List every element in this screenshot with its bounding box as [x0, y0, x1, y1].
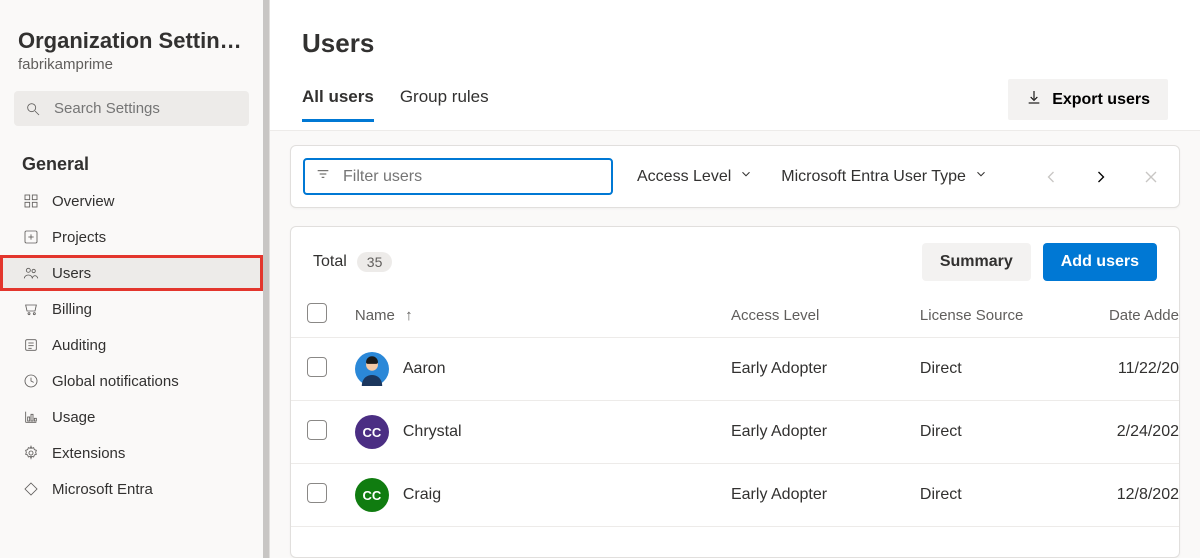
search-settings-input[interactable] [52, 99, 255, 118]
gear-icon [22, 444, 40, 462]
sidebar-item-extensions[interactable]: Extensions [0, 435, 263, 471]
column-header-date[interactable]: Date Adde [1097, 293, 1179, 338]
export-users-label: Export users [1052, 91, 1150, 109]
cell-access-level: Early Adopter [719, 338, 908, 401]
page-title: Users [302, 28, 374, 59]
cell-license-source: Direct [908, 338, 1097, 401]
search-icon [24, 100, 42, 118]
page-header: Users All users Group rules Export users [270, 0, 1200, 131]
diamond-icon [22, 480, 40, 498]
filter-bar: Access Level Microsoft Entra User Type [290, 145, 1180, 208]
list-icon [22, 336, 40, 354]
sidebar-item-label: Microsoft Entra [52, 481, 153, 498]
prev-page-button[interactable] [1035, 161, 1067, 193]
user-name: Aaron [403, 360, 446, 378]
export-users-button[interactable]: Export users [1008, 79, 1168, 120]
cell-date-added: 2/24/202 [1097, 401, 1179, 464]
column-header-name[interactable]: Name ↑ [343, 293, 719, 338]
table-row[interactable]: CC Chrystal Early AdopterDirect2/24/202 [291, 401, 1179, 464]
summary-button[interactable]: Summary [922, 243, 1031, 281]
row-checkbox[interactable] [307, 420, 327, 440]
user-name: Craig [403, 486, 441, 504]
sidebar-item-label: Projects [52, 229, 106, 246]
user-name: Chrystal [403, 423, 462, 441]
users-table-panel: Total 35 Summary Add users Name ↑ Access… [290, 226, 1180, 558]
main-content: Users All usersGroup rules Export users … [270, 0, 1200, 558]
entra-user-type-filter[interactable]: Microsoft Entra User Type [777, 161, 992, 192]
sidebar-item-label: Usage [52, 409, 95, 426]
cell-date-added: 11/22/20 [1097, 338, 1179, 401]
sidebar-item-label: Extensions [52, 445, 125, 462]
sidebar-item-users[interactable]: Users [0, 255, 263, 291]
cell-access-level: Early Adopter [719, 401, 908, 464]
cell-access-level: Early Adopter [719, 464, 908, 527]
filter-users-field[interactable] [303, 158, 613, 195]
tab-group-rules[interactable]: Group rules [400, 87, 489, 122]
sidebar-item-billing[interactable]: Billing [0, 291, 263, 327]
search-settings-box[interactable] [14, 91, 249, 126]
sidebar-title: Organization Settin… [18, 28, 245, 54]
total-count-badge: 35 [357, 252, 393, 272]
chevron-down-icon [974, 167, 988, 186]
cart-icon [22, 300, 40, 318]
select-all-checkbox[interactable] [307, 303, 327, 323]
avatar [355, 352, 389, 386]
column-header-access[interactable]: Access Level [719, 293, 908, 338]
sidebar-section-label: General [0, 134, 263, 183]
row-checkbox[interactable] [307, 357, 327, 377]
filter-users-input[interactable] [341, 167, 601, 187]
cell-date-added: 12/8/202 [1097, 464, 1179, 527]
total-label: Total [313, 253, 347, 271]
access-level-filter[interactable]: Access Level [633, 161, 757, 192]
cell-license-source: Direct [908, 401, 1097, 464]
sidebar-item-overview[interactable]: Overview [0, 183, 263, 219]
table-row[interactable]: Aaron Early AdopterDirect11/22/20 [291, 338, 1179, 401]
sidebar: Organization Settin… fabrikamprime Gener… [0, 0, 270, 558]
sidebar-item-global-notifications[interactable]: Global notifications [0, 363, 263, 399]
column-header-source[interactable]: License Source [908, 293, 1097, 338]
people-icon [22, 264, 40, 282]
avatar: CC [355, 478, 389, 512]
users-table: Name ↑ Access Level License Source Date … [291, 293, 1179, 527]
sidebar-item-label: Users [52, 265, 91, 282]
tab-all-users[interactable]: All users [302, 87, 374, 122]
add-users-button[interactable]: Add users [1043, 243, 1157, 281]
clear-filters-button[interactable] [1135, 161, 1167, 193]
next-page-button[interactable] [1085, 161, 1117, 193]
sidebar-item-label: Billing [52, 301, 92, 318]
grid-icon [22, 192, 40, 210]
sidebar-subtitle: fabrikamprime [18, 56, 245, 73]
sidebar-item-label: Global notifications [52, 373, 179, 390]
sidebar-item-microsoft-entra[interactable]: Microsoft Entra [0, 471, 263, 507]
sidebar-item-auditing[interactable]: Auditing [0, 327, 263, 363]
sidebar-item-usage[interactable]: Usage [0, 399, 263, 435]
sort-asc-icon: ↑ [405, 307, 413, 324]
plus-box-icon [22, 228, 40, 246]
chart-icon [22, 408, 40, 426]
download-icon [1026, 89, 1042, 110]
clock-icon [22, 372, 40, 390]
cell-license-source: Direct [908, 464, 1097, 527]
sidebar-item-label: Auditing [52, 337, 106, 354]
sidebar-item-label: Overview [52, 193, 115, 210]
chevron-down-icon [739, 167, 753, 186]
filter-icon [315, 166, 331, 187]
avatar: CC [355, 415, 389, 449]
sidebar-item-projects[interactable]: Projects [0, 219, 263, 255]
row-checkbox[interactable] [307, 483, 327, 503]
table-row[interactable]: CC Craig Early AdopterDirect12/8/202 [291, 464, 1179, 527]
